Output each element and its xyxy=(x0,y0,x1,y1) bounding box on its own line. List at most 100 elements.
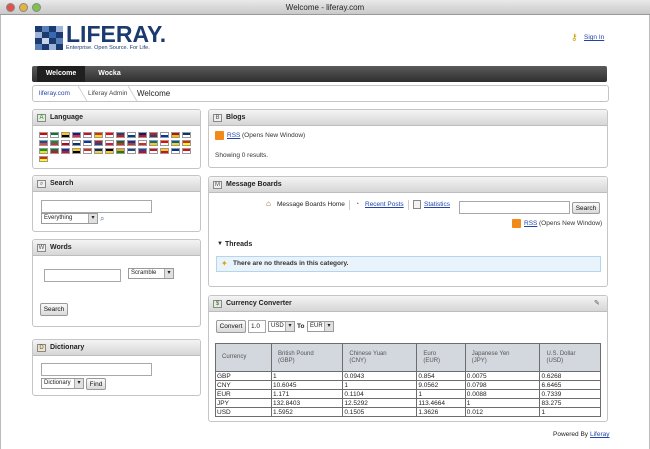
language-flag-icon[interactable] xyxy=(39,140,48,146)
language-flag-icon[interactable] xyxy=(116,148,125,154)
boards-rss-note: (Opens New Window) xyxy=(539,220,603,227)
language-flag-icon[interactable] xyxy=(127,132,136,138)
blogs-result-count: Showing 0 results. xyxy=(215,152,269,159)
language-flag-icon[interactable] xyxy=(149,132,158,138)
language-flag-icon[interactable] xyxy=(127,148,136,154)
language-flag-icon[interactable] xyxy=(182,148,191,154)
from-currency-select[interactable]: USD xyxy=(268,321,295,332)
language-flag-icon[interactable] xyxy=(160,148,169,154)
language-flag-icon[interactable] xyxy=(39,132,48,138)
language-flag-icon[interactable] xyxy=(160,132,169,138)
language-flag-icon[interactable] xyxy=(116,140,125,146)
statistics-link[interactable]: Statistics xyxy=(424,201,450,208)
rate-cell: 0.854 xyxy=(416,371,466,381)
search-icon[interactable]: ⌕ xyxy=(100,213,104,224)
liferay-logo-icon[interactable] xyxy=(35,26,63,51)
language-flag-icon[interactable] xyxy=(72,132,81,138)
language-flag-icon[interactable] xyxy=(94,132,103,138)
column-header: Currency xyxy=(215,343,272,372)
search-input[interactable] xyxy=(41,200,152,213)
language-flag-icon[interactable] xyxy=(160,140,169,146)
table-row: GBP 1 0.0943 0.854 0.0075 0.6268 xyxy=(215,371,601,381)
language-flag-icon[interactable] xyxy=(138,140,147,146)
zoom-window-button[interactable] xyxy=(32,3,41,12)
words-search-button[interactable]: Search xyxy=(40,303,68,316)
currency-icon: $ xyxy=(213,300,222,308)
language-flag-icon[interactable] xyxy=(39,156,48,162)
column-header: Euro (EUR) xyxy=(416,343,466,372)
language-flag-icon[interactable] xyxy=(105,148,114,154)
boards-search-input[interactable] xyxy=(459,201,570,214)
language-flag-icon[interactable] xyxy=(182,132,191,138)
language-title: Language xyxy=(50,114,84,121)
language-flag-icon[interactable] xyxy=(171,140,180,146)
language-flag-icon[interactable] xyxy=(171,132,180,138)
rate-cell: 0.1505 xyxy=(342,407,418,417)
sign-in-link[interactable]: Sign In xyxy=(584,34,604,41)
language-flag-icon[interactable] xyxy=(94,140,103,146)
language-flag-icon[interactable] xyxy=(50,148,59,154)
language-flag-icon[interactable] xyxy=(138,132,147,138)
language-flag-icon[interactable] xyxy=(138,148,147,154)
logo-name[interactable]: LIFERAY. xyxy=(66,21,166,48)
recent-posts-link[interactable]: Recent Posts xyxy=(365,201,404,208)
words-icon: W xyxy=(37,244,46,252)
words-input[interactable] xyxy=(44,269,121,282)
currency-converter-header: $ Currency Converter xyxy=(209,296,607,312)
language-flag-icon[interactable] xyxy=(105,140,114,146)
rate-cell: 1 xyxy=(342,380,418,390)
liferay-link[interactable]: Liferay xyxy=(590,431,610,438)
rate-cell: 9.0562 xyxy=(416,380,466,390)
column-header-name: Currency xyxy=(222,354,247,360)
language-flag-icon[interactable] xyxy=(50,140,59,146)
wrench-icon[interactable]: ✎ xyxy=(594,299,600,307)
row-currency-code: EUR xyxy=(215,389,272,399)
breadcrumb-item-site[interactable]: liferay.com xyxy=(39,86,70,101)
language-flag-icon[interactable] xyxy=(83,148,92,154)
dictionary-input[interactable] xyxy=(41,363,152,376)
column-header: British Pound (GBP) xyxy=(270,343,344,372)
powered-by-text: Powered By xyxy=(553,431,589,438)
key-icon: ⚷ xyxy=(571,32,578,42)
close-window-button[interactable] xyxy=(6,3,15,12)
column-header: U.S. Dollar (USD) xyxy=(539,343,601,372)
convert-button[interactable]: Convert xyxy=(216,320,246,333)
nav-tab-wocka[interactable]: Wocka xyxy=(87,66,132,82)
language-flag-icon[interactable] xyxy=(83,132,92,138)
dictionary-source-select[interactable]: Dictionary xyxy=(41,378,84,389)
language-flag-icon[interactable] xyxy=(50,132,59,138)
boards-search-button[interactable]: Search xyxy=(572,202,600,214)
language-flag-icon[interactable] xyxy=(94,148,103,154)
language-flag-icon[interactable] xyxy=(149,148,158,154)
search-scope-select[interactable]: Everything xyxy=(41,213,98,224)
window-title: Welcome - liferay.com xyxy=(285,3,365,12)
language-flag-icon[interactable] xyxy=(72,148,81,154)
to-label: To xyxy=(297,323,305,330)
language-flag-icon[interactable] xyxy=(83,140,92,146)
blogs-rss-link[interactable]: RSS xyxy=(227,132,240,139)
rss-icon xyxy=(512,219,521,228)
language-flag-icon[interactable] xyxy=(127,140,136,146)
amount-input[interactable]: 1.0 xyxy=(248,320,266,333)
dictionary-find-button[interactable]: Find xyxy=(86,378,106,390)
nav-tab-welcome[interactable]: Welcome xyxy=(37,66,85,82)
words-mode-select[interactable]: Scramble xyxy=(128,268,174,279)
minimize-window-button[interactable] xyxy=(19,3,28,12)
to-currency-select[interactable]: EUR xyxy=(307,321,334,332)
language-flag-icon[interactable] xyxy=(182,140,191,146)
language-flag-icon[interactable] xyxy=(171,148,180,154)
logo-tagline: Enterprise. Open Source. For Life. xyxy=(66,45,150,51)
language-flag-icon[interactable] xyxy=(61,140,70,146)
language-flag-icon[interactable] xyxy=(149,140,158,146)
boards-home-link[interactable]: Message Boards Home xyxy=(277,201,345,208)
collapse-triangle-icon[interactable]: ▼ xyxy=(217,241,223,247)
language-flag-icon[interactable] xyxy=(105,132,114,138)
rate-cell: 0.0088 xyxy=(464,389,541,399)
language-flag-icon[interactable] xyxy=(61,132,70,138)
rate-cell: 83.275 xyxy=(539,398,601,408)
language-flag-icon[interactable] xyxy=(61,148,70,154)
boards-rss-link[interactable]: RSS xyxy=(524,220,537,227)
language-flag-icon[interactable] xyxy=(72,140,81,146)
language-flag-icon[interactable] xyxy=(116,132,125,138)
language-flag-icon[interactable] xyxy=(39,148,48,154)
